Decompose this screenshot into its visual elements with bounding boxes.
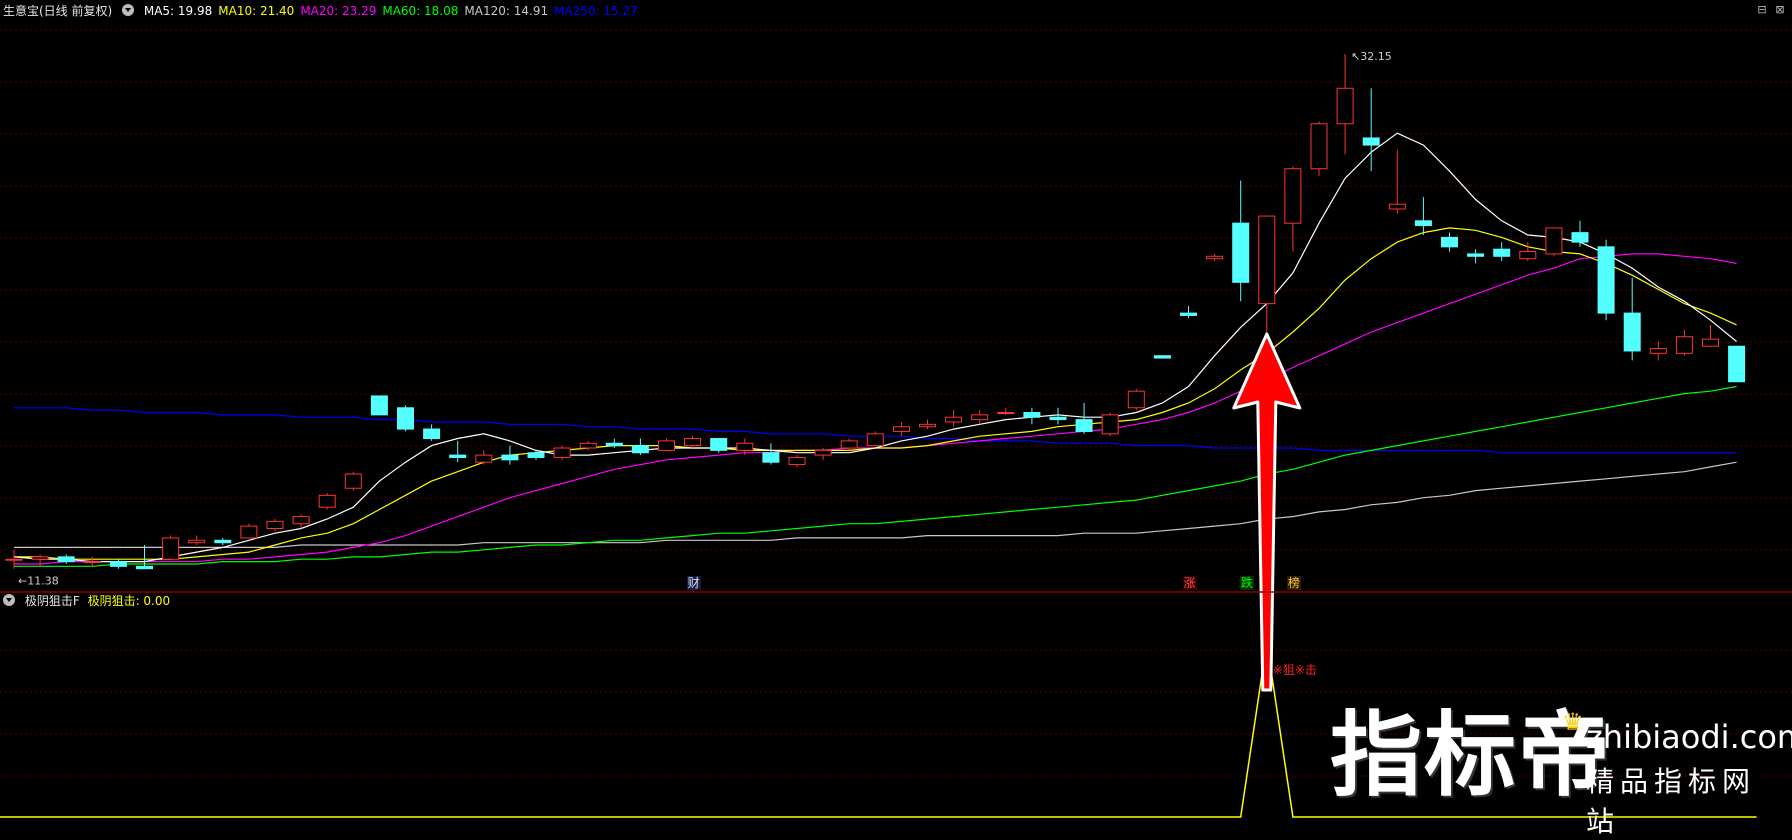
candle[interactable] [1049, 407, 1067, 425]
candle[interactable] [1702, 324, 1719, 347]
candle[interactable] [1728, 345, 1746, 383]
candle[interactable] [1388, 149, 1406, 214]
candle[interactable] [83, 556, 101, 567]
candle[interactable] [1571, 220, 1589, 247]
signal-arrow [1232, 332, 1302, 692]
candle[interactable] [945, 410, 963, 427]
candle[interactable] [1180, 306, 1197, 318]
candle[interactable] [1336, 53, 1354, 155]
sub-chart-header: 极阴狙击F 极阴狙击: 0.00 [0, 590, 1792, 612]
ma-legend-item: MA5: 19.98 [143, 4, 213, 18]
candle[interactable] [1127, 388, 1145, 411]
candle[interactable] [162, 535, 180, 560]
candle[interactable] [1023, 407, 1041, 425]
ma60-line [14, 385, 1737, 567]
candle[interactable] [1284, 166, 1302, 252]
ma20-line [14, 253, 1737, 565]
candle[interactable] [1075, 403, 1093, 434]
watermark-tagline: 精品指标网站 [1586, 765, 1757, 838]
ma-legend-item: MA60: 18.08 [382, 4, 459, 18]
candle[interactable] [997, 407, 1015, 415]
candle[interactable] [1362, 88, 1380, 172]
candle[interactable] [1545, 227, 1563, 257]
candle[interactable] [892, 421, 910, 437]
candlestick-series[interactable] [5, 53, 1746, 570]
candle[interactable] [240, 523, 258, 539]
ma5-line [13, 132, 1737, 563]
candle[interactable] [370, 395, 388, 416]
event-marker-3[interactable]: 跌 [1239, 576, 1254, 590]
candle[interactable] [971, 410, 989, 425]
candle[interactable] [266, 519, 284, 531]
chevron-down-circle-icon[interactable] [122, 4, 135, 16]
candle[interactable] [1101, 412, 1119, 437]
indicator-name[interactable]: 极阴狙击F [25, 594, 80, 608]
ma-legend-item: MA120: 14.91 [464, 4, 549, 18]
candle[interactable] [866, 431, 884, 447]
chevron-down-circle-icon[interactable] [3, 594, 15, 606]
ma120-line [14, 461, 1737, 549]
candle[interactable] [1232, 180, 1250, 302]
candle[interactable] [658, 438, 675, 451]
candle[interactable] [1441, 232, 1458, 252]
candle[interactable] [188, 535, 206, 546]
candle[interactable] [318, 492, 336, 510]
candle[interactable] [109, 559, 127, 569]
low-price-label: ←11.38 [18, 575, 59, 588]
candle[interactable] [710, 438, 728, 453]
kline-chart-canvas[interactable]: ↖32.15 ←11.38 ※狙※击 [0, 0, 1792, 821]
watermark: 指标帝 ♛ zhibiaodi.com 精品指标网站 [1330, 700, 1792, 839]
ma-legend-item: MA10: 21.40 [218, 4, 295, 18]
event-marker-2[interactable]: 涨 [1182, 576, 1197, 590]
candle[interactable] [631, 438, 649, 456]
watermark-domain: zhibiaodi.com [1586, 718, 1792, 756]
indicator-value: 极阴狙击: 0.00 [87, 594, 171, 608]
ma-legend-item: MA250: 15.27 [554, 4, 638, 18]
candle[interactable] [136, 545, 153, 570]
candle[interactable] [344, 471, 362, 491]
high-price-label: ↖32.15 [1351, 50, 1392, 63]
moving-average-lines [13, 132, 1737, 567]
restore-icon[interactable]: ⊟ [1756, 4, 1768, 16]
candle[interactable] [553, 445, 571, 460]
candle[interactable] [423, 424, 441, 441]
event-marker-4[interactable]: 榜 [1286, 576, 1301, 590]
main-title: 生意宝(日线 前复权) [3, 4, 113, 18]
candle[interactable] [1153, 355, 1171, 359]
candle[interactable] [501, 445, 519, 465]
close-icon[interactable]: ⊠ [1774, 4, 1786, 16]
candle[interactable] [1467, 249, 1485, 264]
main-chart-gridlines [0, 29, 1792, 551]
candle[interactable] [1206, 253, 1224, 262]
ma-legend-item: MA20: 23.29 [300, 4, 377, 18]
crown-icon: ♛ [1562, 708, 1584, 736]
signal-text: ※狙※击 [1273, 663, 1317, 677]
event-marker-1[interactable]: 财 [686, 576, 701, 590]
candle[interactable] [1597, 239, 1615, 321]
candle[interactable] [1310, 121, 1328, 176]
candle[interactable] [1414, 197, 1432, 235]
candle[interactable] [214, 537, 232, 546]
candle[interactable] [1493, 242, 1511, 262]
candle[interactable] [1675, 329, 1693, 356]
candle[interactable] [1649, 341, 1667, 361]
candle[interactable] [449, 440, 467, 463]
candle[interactable] [788, 455, 806, 467]
candle[interactable] [475, 450, 493, 465]
candle[interactable] [397, 405, 414, 432]
main-chart-header: 生意宝(日线 前复权) MA5: 19.98 MA10: 21.40 MA20: 2… [0, 0, 1792, 22]
up-arrow-icon [1232, 332, 1302, 692]
candle[interactable] [919, 419, 936, 430]
